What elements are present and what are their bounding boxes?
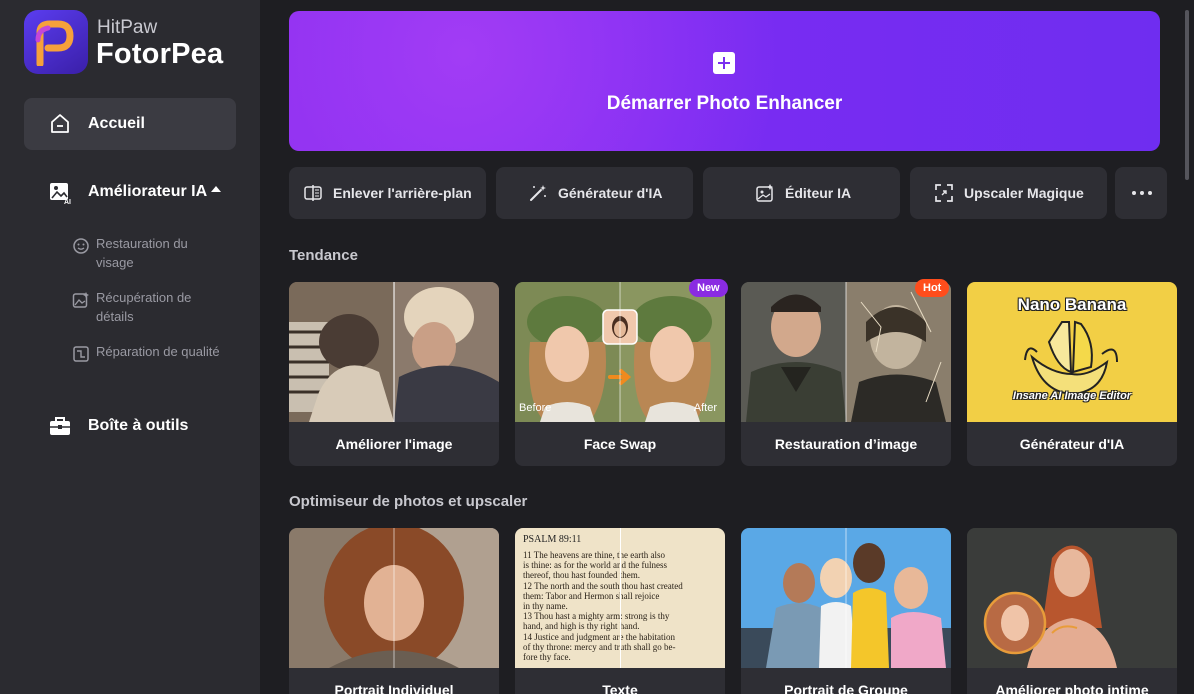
brand-title: FotorPea (96, 38, 224, 70)
logo-p-icon (35, 20, 74, 66)
card-label: Texte (602, 682, 638, 694)
card-individual-portrait[interactable]: Portrait Individuel (289, 528, 499, 694)
psalm-text: 11 The heavens are thine, the earth also… (523, 550, 683, 663)
remove-bg-icon (304, 185, 322, 201)
home-icon (51, 114, 69, 133)
image-sparkle-icon (72, 292, 89, 308)
plus-icon (713, 52, 735, 74)
psalm-heading: PSALM 89:11 (523, 534, 582, 545)
card-label: Générateur d'IA (1019, 436, 1125, 452)
card-label: Améliorer photo intime (995, 682, 1149, 694)
chevron-up-icon[interactable] (211, 186, 221, 192)
nav-item-toolbox[interactable]: Boîte à outils (24, 400, 236, 452)
nano-banana-title: Nano Banana (1017, 295, 1127, 314)
main-content: Démarrer Photo Enhancer Enlever l'arrièr… (260, 0, 1194, 694)
ai-generator-button[interactable]: Générateur d'IA (496, 167, 693, 219)
subitem-label: Réparation de qualité (96, 344, 220, 359)
more-tools-button[interactable] (1115, 167, 1167, 219)
face-icon (73, 238, 89, 254)
section-title-optimizer: Optimiseur de photos et upscaler (289, 493, 528, 510)
card-label: Face Swap (583, 436, 657, 452)
image-edit-icon (756, 184, 773, 202)
nav-item-home[interactable]: Accueil (24, 98, 236, 150)
group-portrait-thumbnail (741, 528, 951, 668)
card-label: Améliorer l'image (335, 436, 453, 452)
card-text[interactable]: PSALM 89:11 11 The heavens are thine, th… (515, 528, 725, 694)
brand-subtitle: HitPaw (97, 17, 158, 38)
card-face-swap[interactable]: Before After Face Swap (515, 282, 725, 466)
intimate-photo-thumbnail (967, 528, 1177, 668)
individual-portrait-thumbnail (289, 528, 499, 668)
compare-divider (620, 528, 621, 668)
card-group-portrait[interactable]: Portrait de Groupe (741, 528, 951, 694)
subitem-label: Récupération de détails (96, 290, 192, 324)
sidebar: HitPaw FotorPea Accueil AI Améliorateur … (0, 0, 260, 694)
scrollbar[interactable] (1185, 10, 1189, 180)
card-ai-generator[interactable]: Nano Banana Insane AI Image Editor Génér… (967, 282, 1177, 466)
app-logo (24, 10, 88, 74)
before-label: Before (519, 402, 552, 414)
toolbox-icon (50, 417, 70, 435)
hot-badge: Hot (915, 279, 950, 297)
tool-label: Enlever l'arrière-plan (333, 185, 472, 201)
nav-toolbox-label: Boîte à outils (88, 417, 189, 434)
app-window: HitPaw FotorPea Accueil AI Améliorateur … (0, 0, 1194, 694)
card-image-restoration[interactable]: Restauration d’image (741, 282, 951, 466)
more-icon (1132, 191, 1152, 195)
tool-label: Upscaler Magique (964, 185, 1084, 201)
section-title-trending: Tendance (289, 247, 358, 264)
card-enhance-image[interactable]: Améliorer l'image (289, 282, 499, 466)
image-restoration-thumbnail (741, 282, 951, 422)
magic-wand-icon (530, 185, 546, 201)
tool-label: Éditeur IA (785, 185, 852, 201)
nav-item-ai-enhancer[interactable]: AI Améliorateur IA (24, 166, 236, 218)
enhance-image-thumbnail (289, 282, 499, 422)
start-photo-enhancer-banner[interactable]: Démarrer Photo Enhancer (289, 11, 1160, 151)
svg-text:AI: AI (64, 199, 71, 204)
nav-ai-enhancer-label: Améliorateur IA (88, 183, 208, 200)
subitem-label: Restauration du visage (96, 236, 188, 270)
face-swap-thumbnail (515, 282, 725, 422)
expand-icon (935, 184, 953, 202)
banner-label: Démarrer Photo Enhancer (606, 93, 843, 114)
nano-banana-subtitle: Insane AI Image Editor (1012, 390, 1132, 402)
card-label: Restauration d’image (774, 436, 918, 452)
tool-label: Générateur d'IA (558, 185, 663, 201)
card-label: Portrait Individuel (334, 682, 454, 694)
card-label: Portrait de Groupe (784, 682, 908, 694)
magic-upscaler-button[interactable]: Upscaler Magique (910, 167, 1107, 219)
text-thumbnail: PSALM 89:11 11 The heavens are thine, th… (515, 528, 725, 668)
new-badge: New (689, 279, 728, 297)
ai-image-icon: AI (50, 183, 71, 204)
nav-home-label: Accueil (88, 115, 145, 132)
card-enhance-intimate-photo[interactable]: Améliorer photo intime (967, 528, 1177, 694)
remove-background-button[interactable]: Enlever l'arrière-plan (289, 167, 486, 219)
repair-icon (73, 346, 89, 362)
ai-editor-button[interactable]: Éditeur IA (703, 167, 900, 219)
after-label: After (693, 402, 717, 414)
